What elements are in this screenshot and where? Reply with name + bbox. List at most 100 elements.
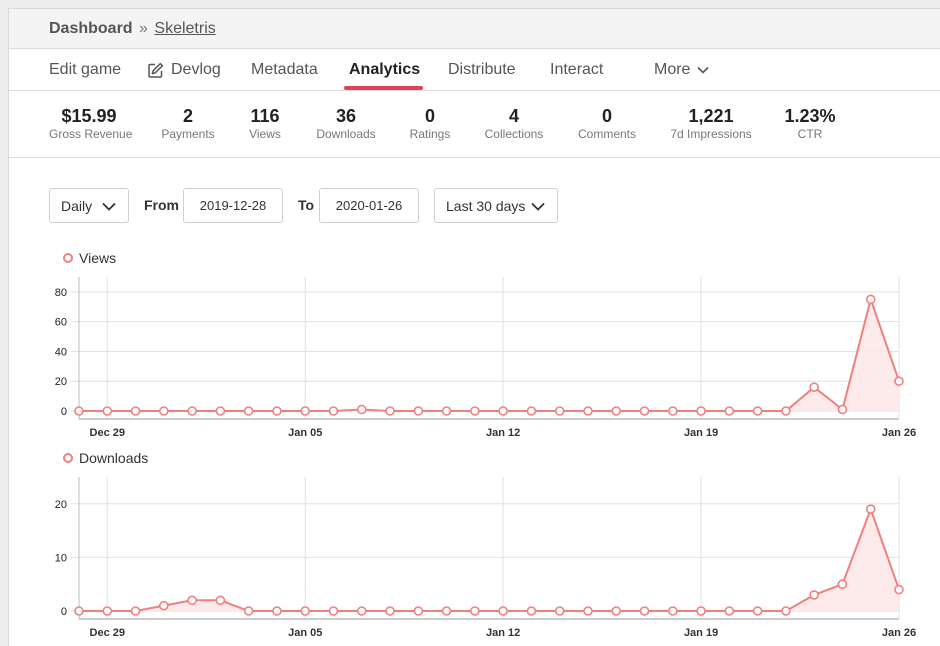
x-tick-label: Jan 26 [882,427,916,439]
interval-select[interactable]: Daily [49,188,129,223]
stat-ratings[interactable]: 0 Ratings [400,105,460,141]
data-point[interactable] [243,406,254,416]
data-point[interactable] [781,406,791,416]
y-tick-label: 20 [55,376,67,388]
data-point[interactable] [809,590,819,600]
data-point[interactable] [667,606,678,616]
tab-devlog[interactable]: Devlog [147,61,221,79]
data-point[interactable] [74,406,84,416]
data-point[interactable] [441,406,452,416]
data-point[interactable] [243,606,254,616]
data-point[interactable] [102,606,113,616]
data-point[interactable] [356,606,367,616]
data-point[interactable] [696,606,706,616]
tab-edit-game[interactable]: Edit game [49,61,121,79]
data-point[interactable] [611,406,622,416]
range-select[interactable]: Last 30 days [434,188,558,223]
data-point[interactable] [385,406,395,416]
from-date-input[interactable]: 2019-12-28 [183,188,283,223]
data-point[interactable] [102,406,113,416]
data-point[interactable] [837,404,848,415]
data-point[interactable] [724,606,735,616]
data-point[interactable] [215,406,226,416]
stat-gross-revenue[interactable]: $15.99 Gross Revenue [49,105,132,141]
data-point[interactable] [526,406,537,416]
data-point[interactable] [696,406,706,416]
data-point[interactable] [441,606,452,616]
data-point[interactable] [130,406,141,416]
stat-value: 1.23% [784,106,836,126]
data-point[interactable] [130,606,141,616]
views-chart: 0 20 40 60 80 Dec 29 Jan 05 Jan 12 Jan 19 Jan 26 [55,277,916,439]
data-point[interactable] [413,606,424,616]
data-point[interactable] [470,606,480,616]
data-point[interactable] [809,382,819,392]
pencil-square-icon [148,62,164,78]
data-point[interactable] [752,606,763,616]
breadcrumb-dashboard-link[interactable]: Dashboard [49,20,133,37]
data-point[interactable] [611,606,622,616]
to-date-input[interactable]: 2020-01-26 [319,188,419,223]
stat-value: 1,221 [688,106,734,126]
stat-label: CTR [797,127,823,141]
data-point[interactable] [385,606,395,616]
stat-ctr[interactable]: 1.23% CTR [775,105,845,141]
data-point[interactable] [639,406,650,416]
data-point[interactable] [752,406,763,416]
data-point[interactable] [215,595,226,606]
data-point[interactable] [837,579,848,589]
stat-collections[interactable]: 4 Collections [474,105,554,141]
data-point[interactable] [272,606,282,616]
downloads-chart-legend[interactable]: Downloads [63,450,148,466]
data-point[interactable] [865,504,876,514]
data-point[interactable] [159,600,169,611]
data-point[interactable] [667,406,678,416]
data-point[interactable] [781,606,791,616]
stat-payments[interactable]: 2 Payments [158,105,218,141]
data-point[interactable] [583,406,593,416]
stat-comments[interactable]: 0 Comments [567,105,647,141]
data-point[interactable] [300,606,311,616]
active-tab-indicator [344,86,423,90]
data-point[interactable] [724,406,735,416]
data-point[interactable] [894,376,904,387]
data-point[interactable] [639,606,650,616]
tab-metadata[interactable]: Metadata [251,61,318,79]
data-point[interactable] [74,606,84,616]
stat-downloads[interactable]: 36 Downloads [306,105,386,141]
data-point[interactable] [272,406,282,416]
views-chart-legend[interactable]: Views [63,250,116,266]
data-point[interactable] [498,606,508,616]
data-point[interactable] [526,606,537,616]
data-point[interactable] [554,606,565,616]
data-point[interactable] [894,584,904,595]
data-point[interactable] [413,406,424,416]
data-point[interactable] [470,406,480,416]
data-point[interactable] [865,294,876,305]
data-point[interactable] [356,404,367,415]
tab-more[interactable]: More [654,61,710,79]
stat-7d-impressions[interactable]: 1,221 7d Impressions [661,105,761,141]
data-point[interactable] [554,406,565,416]
stat-views[interactable]: 116 Views [235,105,295,141]
stat-label: Comments [577,127,636,141]
tab-distribute[interactable]: Distribute [448,61,516,79]
data-point[interactable] [187,406,197,416]
chevron-down-icon [531,202,545,211]
tab-label: Metadata [251,61,318,78]
y-tick-label: 0 [61,406,67,418]
breadcrumb-game-link[interactable]: Skeletris [154,20,215,37]
data-point[interactable] [187,595,197,606]
downloads-chart: 0 10 20 Dec 29 Jan 05 Jan 12 Jan 19 Jan 26 [55,477,916,639]
data-point[interactable] [328,406,339,416]
tab-analytics[interactable]: Analytics [349,61,420,79]
tab-interact[interactable]: Interact [550,61,603,79]
data-point[interactable] [300,406,311,416]
y-tick-label: 0 [61,606,67,618]
data-point[interactable] [583,606,593,616]
data-point[interactable] [498,406,508,416]
series-line [79,295,900,412]
data-point[interactable] [159,406,169,416]
data-point[interactable] [328,606,339,616]
tab-label: Edit game [49,61,122,78]
